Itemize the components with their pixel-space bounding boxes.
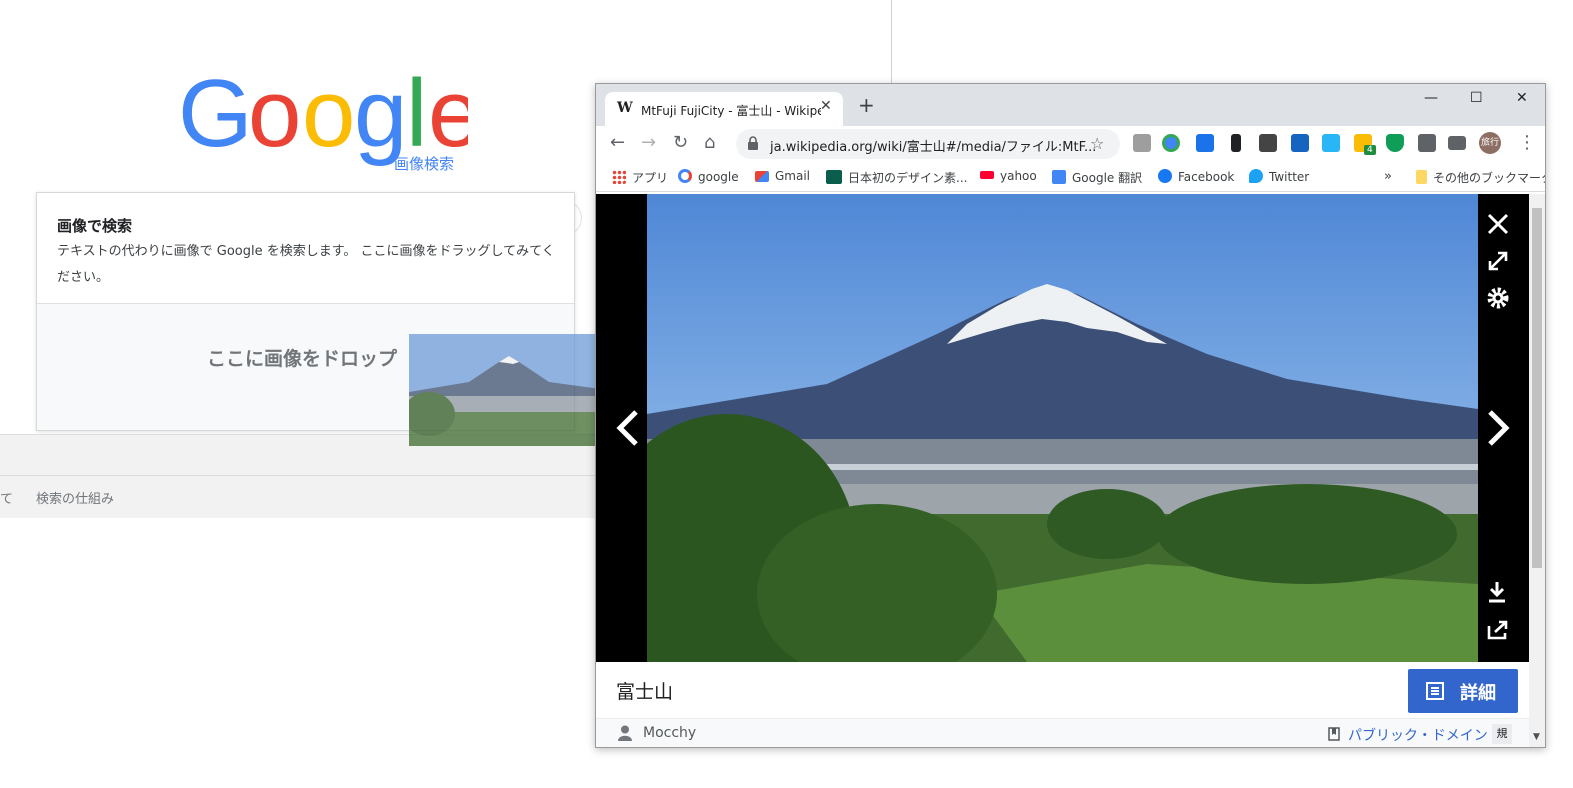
media-viewer [596, 194, 1529, 662]
close-viewer-icon[interactable] [1486, 212, 1510, 236]
google-icon [678, 169, 692, 183]
wikipedia-favicon-icon: W [617, 100, 633, 116]
other-bookmarks-folder[interactable]: その他のブックマーク [1416, 169, 1545, 186]
previous-image-chevron-icon[interactable] [614, 408, 640, 448]
extension-badge: 4 [1364, 145, 1376, 155]
scroll-down-arrow-icon[interactable]: ▼ [1533, 732, 1540, 742]
page-footer: て 検索の仕組み [0, 434, 600, 518]
extension-window-icon[interactable] [1322, 134, 1340, 152]
bookmark-twitter[interactable]: Twitter [1249, 169, 1309, 184]
download-icon[interactable] [1486, 580, 1508, 604]
license-link[interactable]: パブリック・ドメイン [1348, 725, 1488, 745]
page-scrollbar[interactable]: ▼ [1529, 194, 1545, 747]
extension-google-icon[interactable] [1162, 134, 1180, 152]
logo-subtitle: 画像検索 [394, 155, 455, 173]
svg-text:o: o [248, 76, 301, 167]
twitter-icon [1249, 169, 1263, 183]
folder-icon [1416, 170, 1427, 184]
minimize-button[interactable]: — [1424, 90, 1438, 106]
active-tab[interactable]: W MtFuji FujiCity - 富士山 - Wikipedia ✕ [605, 92, 843, 126]
yahoo-icon [980, 171, 994, 179]
bookmarks-bar: アプリ google Gmail 日本初のデザイン素... yahoo Goog… [596, 162, 1545, 192]
scrollbar-thumb[interactable] [1532, 208, 1542, 568]
details-button[interactable]: 詳細 [1408, 669, 1518, 713]
image-author[interactable]: Mocchy [643, 725, 696, 741]
bookmark-gmail[interactable]: Gmail [755, 169, 810, 183]
facebook-icon [1158, 169, 1172, 183]
gmail-icon [755, 171, 769, 182]
license-tag: 規 [1492, 724, 1512, 744]
home-button[interactable]: ⌂ [704, 134, 715, 152]
settings-gear-icon[interactable] [1486, 286, 1510, 310]
extension-bolt-icon[interactable] [1231, 134, 1241, 152]
bookmark-facebook[interactable]: Facebook [1158, 169, 1234, 184]
tab-close-icon[interactable]: ✕ [820, 98, 832, 114]
svg-text:G: G [178, 76, 253, 167]
svg-text:o: o [302, 76, 355, 167]
footer-link-how-search-works[interactable]: 検索の仕組み [36, 488, 114, 507]
extension-bookmark-icon[interactable] [1291, 134, 1309, 152]
footer-divider [0, 475, 600, 476]
bookmarks-overflow-chevron-icon[interactable]: » [1384, 169, 1392, 184]
reload-button[interactable]: ↻ [673, 134, 688, 152]
mount-fuji-photo[interactable] [647, 194, 1478, 662]
media-queue-icon[interactable] [1448, 136, 1466, 150]
share-icon[interactable] [1486, 618, 1510, 640]
browser-window: W MtFuji FujiCity - 富士山 - Wikipedia ✕ + … [595, 83, 1546, 748]
browser-toolbar: ← → ↻ ⌂ ja.wikipedia.org/wiki/富士山#/media… [596, 126, 1545, 162]
translate-icon [1052, 170, 1066, 184]
extension-doc-icon[interactable] [1133, 134, 1151, 152]
forward-button[interactable]: → [641, 134, 656, 152]
tab-strip: W MtFuji FujiCity - 富士山 - Wikipedia ✕ + … [596, 84, 1545, 126]
fullscreen-icon[interactable] [1486, 249, 1510, 273]
panel-description: テキストの代わりに画像で Google を検索します。 ここに画像をドラッグして… [57, 244, 555, 285]
url-text: ja.wikipedia.org/wiki/富士山#/media/ファイル:Mt… [770, 140, 1097, 155]
profile-avatar[interactable]: 旅行 [1479, 132, 1501, 154]
tab-title: MtFuji FujiCity - 富士山 - Wikipedia [641, 104, 821, 118]
details-label: 詳細 [1460, 683, 1496, 704]
extension-shield-icon[interactable] [1386, 134, 1404, 152]
extensions-puzzle-icon[interactable] [1418, 134, 1436, 152]
footer-link-truncated[interactable]: て [0, 488, 13, 507]
lock-icon [748, 136, 758, 150]
user-icon [618, 725, 632, 741]
drop-zone-label: ここに画像をドロップ [207, 348, 398, 370]
address-bar[interactable]: ja.wikipedia.org/wiki/富士山#/media/ファイル:Mt… [736, 129, 1120, 159]
close-window-button[interactable]: ✕ [1516, 90, 1528, 106]
bookmark-google-translate[interactable]: Google 翻訳 [1052, 169, 1142, 186]
bookmark-yahoo[interactable]: yahoo [980, 169, 1037, 183]
media-metadata-bar: Mocchy パブリック・ドメイン 規 [596, 718, 1529, 747]
panel-title: 画像で検索 [57, 217, 133, 235]
next-image-chevron-icon[interactable] [1486, 408, 1512, 448]
apps-grid-icon [612, 170, 626, 184]
license-bookmark-icon [1328, 727, 1340, 741]
back-button[interactable]: ← [610, 134, 625, 152]
dc-icon [826, 170, 842, 184]
bookmark-apps[interactable]: アプリ [612, 169, 668, 186]
details-document-icon [1426, 682, 1444, 700]
bookmark-design-material[interactable]: 日本初のデザイン素... [826, 169, 967, 186]
bookmark-google[interactable]: google [678, 169, 739, 184]
extension-translate-icon[interactable] [1196, 134, 1214, 152]
bookmark-star-icon[interactable]: ☆ [1090, 134, 1104, 153]
new-tab-button[interactable]: + [858, 95, 875, 115]
chrome-menu-icon[interactable]: ⋮ [1518, 132, 1536, 153]
media-caption-bar: 富士山 詳細 [596, 662, 1529, 718]
dragged-image-thumbnail[interactable] [409, 334, 608, 446]
extension-camera-icon[interactable] [1259, 134, 1277, 152]
maximize-button[interactable]: ☐ [1470, 90, 1483, 106]
image-title: 富士山 [616, 681, 674, 703]
